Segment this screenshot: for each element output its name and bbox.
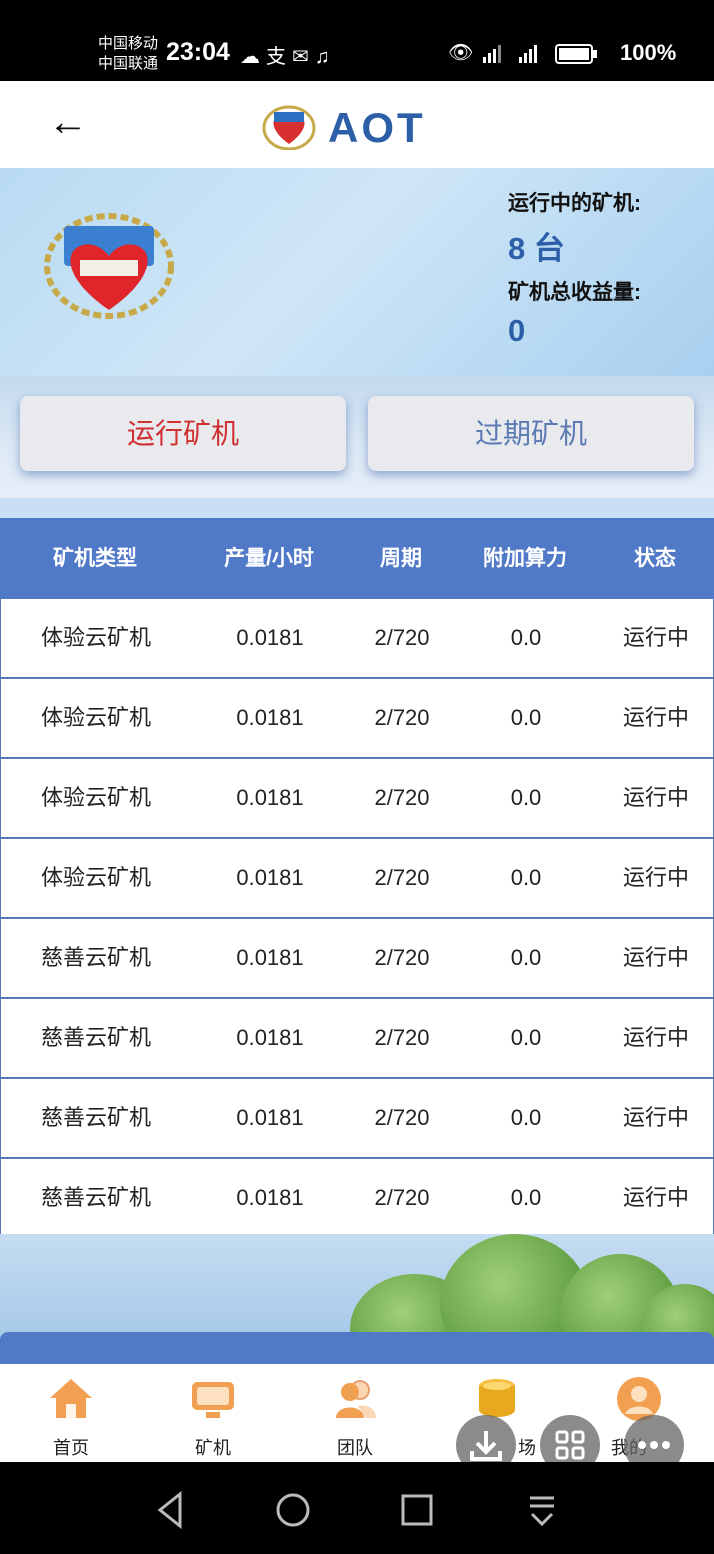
cell-extra-hashrate: 0.0 xyxy=(510,705,542,730)
signal-icon xyxy=(482,44,537,63)
cell-miner-type: 体验云矿机 xyxy=(40,705,151,730)
carrier-labels: 中国移动 中国联通 xyxy=(98,34,158,74)
cell-miner-type: 慈善云矿机 xyxy=(40,1105,151,1130)
battery-icon xyxy=(554,43,597,64)
app-title: AOT xyxy=(328,104,426,151)
cell-miner-type: 慈善云矿机 xyxy=(40,1025,151,1050)
table-row: 慈善云矿机 0.0181 2/720 0.0 运行中 xyxy=(1,919,713,999)
cell-output: 0.0181 xyxy=(236,1185,304,1210)
cell-miner-type: 体验云矿机 xyxy=(40,625,151,650)
bottom-nav: 首页 矿机 团队 场 我的 xyxy=(0,1364,714,1462)
running-miners-value: 8 台 xyxy=(508,231,565,266)
nav-team[interactable]: 团队 xyxy=(284,1364,426,1462)
team-icon xyxy=(336,1380,376,1418)
monitor-icon xyxy=(192,1382,234,1418)
table-row: 体验云矿机 0.0181 2/720 0.0 运行中 xyxy=(1,759,713,839)
wechat-icon: ✉ xyxy=(292,46,315,68)
table-row: 慈善云矿机 0.0181 2/720 0.0 运行中 xyxy=(1,1159,713,1239)
cell-extra-hashrate: 0.0 xyxy=(510,625,542,650)
total-income-label: 矿机总收益量: xyxy=(508,281,641,304)
recents-square-icon[interactable] xyxy=(387,1480,447,1540)
cell-output: 0.0181 xyxy=(236,625,304,650)
cell-output: 0.0181 xyxy=(236,945,304,970)
music-icon: ♫ xyxy=(314,46,336,68)
table-row: 慈善云矿机 0.0181 2/720 0.0 运行中 xyxy=(1,999,713,1079)
cell-cycle: 2/720 xyxy=(374,785,430,810)
tab-running-miners[interactable]: 运行矿机 xyxy=(20,396,346,471)
divider xyxy=(0,498,714,518)
cell-status: 运行中 xyxy=(622,705,689,730)
system-nav-bar xyxy=(0,1462,714,1554)
table-row: 体验云矿机 0.0181 2/720 0.0 运行中 xyxy=(1,679,713,759)
notification-pulldown-icon[interactable] xyxy=(512,1480,572,1540)
nav-miners-label: 矿机 xyxy=(195,1438,231,1458)
cell-cycle: 2/720 xyxy=(374,625,430,650)
table-row: 体验云矿机 0.0181 2/720 0.0 运行中 xyxy=(1,839,713,919)
aot-emblem-logo xyxy=(44,213,174,319)
battery-percent: 100% xyxy=(620,40,677,65)
cell-cycle: 2/720 xyxy=(374,1105,430,1130)
cell-extra-hashrate: 0.0 xyxy=(510,1025,542,1050)
header-status: 状态 xyxy=(634,547,676,570)
table-header: 矿机类型 产量/小时 周期 附加算力 状态 xyxy=(0,518,714,599)
cell-status: 运行中 xyxy=(622,1185,689,1210)
cell-status: 运行中 xyxy=(622,945,689,970)
signal-icons: 👁 xyxy=(448,40,599,65)
cell-miner-type: 体验云矿机 xyxy=(40,785,151,810)
cell-miner-type: 慈善云矿机 xyxy=(40,1185,151,1210)
cell-cycle: 2/720 xyxy=(374,945,430,970)
cell-miner-type: 慈善云矿机 xyxy=(40,945,151,970)
cloud-icon: ☁ xyxy=(240,46,266,68)
table-row: 慈善云矿机 0.0181 2/720 0.0 运行中 xyxy=(1,1079,713,1159)
cell-extra-hashrate: 0.0 xyxy=(510,785,542,810)
cell-cycle: 2/720 xyxy=(374,705,430,730)
home-icon xyxy=(50,1379,92,1418)
home-circle-icon[interactable] xyxy=(263,1480,323,1540)
carrier-2: 中国联通 xyxy=(98,55,159,72)
header-cycle: 周期 xyxy=(380,547,422,570)
cell-status: 运行中 xyxy=(622,785,689,810)
alipay-icon: 支 xyxy=(266,46,292,68)
eye-icon: 👁 xyxy=(448,42,474,64)
back-arrow-icon[interactable]: ← xyxy=(48,100,88,145)
clock: 23:04 xyxy=(166,38,230,66)
table-row: 体验云矿机 0.0181 2/720 0.0 运行中 xyxy=(1,599,713,679)
cell-extra-hashrate: 0.0 xyxy=(510,1105,542,1130)
cell-status: 运行中 xyxy=(622,1105,689,1130)
cell-extra-hashrate: 0.0 xyxy=(510,865,542,890)
back-triangle-icon[interactable] xyxy=(140,1480,200,1540)
cell-miner-type: 体验云矿机 xyxy=(40,865,151,890)
status-bar: 中国移动 中国联通 23:04 ☁支✉♫ 👁 100% xyxy=(0,0,714,81)
cell-cycle: 2/720 xyxy=(374,1025,430,1050)
cell-status: 运行中 xyxy=(622,865,689,890)
notification-icons: ☁支✉♫ xyxy=(240,40,336,69)
cell-output: 0.0181 xyxy=(236,785,304,810)
miner-table-body: 体验云矿机 0.0181 2/720 0.0 运行中 体验云矿机 0.0181 … xyxy=(0,599,714,1239)
cell-cycle: 2/720 xyxy=(374,865,430,890)
header-output-per-hour: 产量/小时 xyxy=(224,547,314,570)
footer-bar xyxy=(0,1332,714,1364)
total-income-value: 0 xyxy=(508,313,526,348)
nav-miners[interactable]: 矿机 xyxy=(142,1364,284,1462)
cell-status: 运行中 xyxy=(622,1025,689,1050)
cell-output: 0.0181 xyxy=(236,705,304,730)
tab-expired-miners[interactable]: 过期矿机 xyxy=(368,396,694,471)
carrier-1: 中国移动 xyxy=(98,35,159,52)
nav-home-label: 首页 xyxy=(53,1438,89,1458)
cell-output: 0.0181 xyxy=(236,865,304,890)
cell-extra-hashrate: 0.0 xyxy=(510,945,542,970)
cell-output: 0.0181 xyxy=(236,1105,304,1130)
header-extra-hashrate: 附加算力 xyxy=(483,547,567,570)
nav-team-label: 团队 xyxy=(337,1438,373,1458)
running-miners-label: 运行中的矿机: xyxy=(508,192,641,215)
cell-extra-hashrate: 0.0 xyxy=(510,1185,542,1210)
cell-status: 运行中 xyxy=(622,625,689,650)
nav-home[interactable]: 首页 xyxy=(0,1364,142,1462)
aot-logo-icon xyxy=(262,105,316,150)
header-miner-type: 矿机类型 xyxy=(53,547,137,570)
cell-cycle: 2/720 xyxy=(374,1185,430,1210)
cell-output: 0.0181 xyxy=(236,1025,304,1050)
